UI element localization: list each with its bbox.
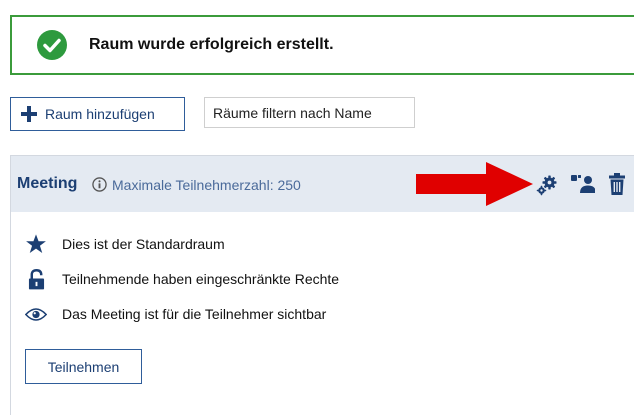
join-button[interactable]: Teilnehmen [25, 349, 142, 384]
users-icon[interactable] [571, 174, 595, 194]
add-room-button[interactable]: Raum hinzufügen [10, 97, 185, 131]
property-label: Teilnehmende haben eingeschränkte Rechte [62, 271, 340, 287]
red-arrow-annotation [416, 162, 533, 206]
room-name: Meeting [17, 175, 78, 192]
room-card: Meeting Maximale Teilnehmerzahl: 250 Die… [10, 155, 634, 415]
plus-icon [21, 106, 37, 122]
success-alert: Raum wurde erfolgreich erstellt. [10, 15, 634, 75]
star-icon [25, 233, 47, 255]
alert-message: Raum wurde erfolgreich erstellt. [89, 36, 334, 53]
property-visible: Das Meeting ist für die Teilnehmer sicht… [25, 303, 326, 325]
eye-icon [25, 303, 47, 325]
room-filter-input[interactable] [204, 97, 415, 128]
max-participants-text: Maximale Teilnehmerzahl: 250 [112, 177, 301, 193]
lock-open-icon [25, 268, 47, 290]
check-circle-icon [37, 30, 67, 60]
property-label: Dies ist der Standardraum [62, 236, 225, 252]
info-icon[interactable] [92, 177, 107, 192]
room-card-header: Meeting Maximale Teilnehmerzahl: 250 [11, 155, 634, 212]
property-label: Das Meeting ist für die Teilnehmer sicht… [62, 306, 327, 322]
add-room-label: Raum hinzufügen [45, 106, 155, 122]
property-restricted-rights: Teilnehmende haben eingeschränkte Rechte [25, 268, 339, 290]
trash-icon[interactable] [609, 173, 625, 195]
gear-icon[interactable] [536, 174, 558, 196]
property-default-room: Dies ist der Standardraum [25, 233, 225, 255]
